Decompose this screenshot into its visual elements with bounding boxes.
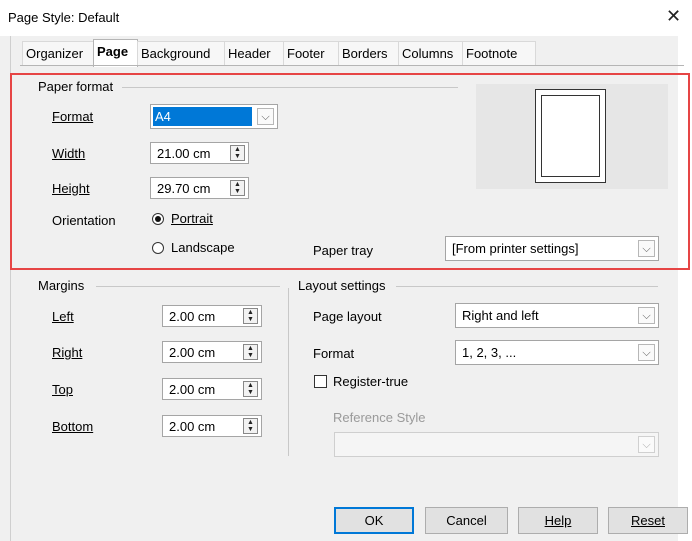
ok-button[interactable]: OK [334,507,414,534]
tab-background[interactable]: Background [137,41,229,66]
format-label: Format [52,109,94,124]
chevron-down-icon[interactable]: ⌵ [638,240,655,257]
margin-right-value: 2.00 cm [169,345,216,360]
spin-updown-icon[interactable]: ▲ ▼ [243,308,258,324]
landscape-label[interactable]: Landscape [171,240,235,255]
margins-heading: Margins [38,278,89,293]
landscape-radio[interactable] [152,242,164,254]
format-select-value: A4 [155,109,171,124]
tab-underline [20,65,684,66]
format-select[interactable]: A4 ⌵ [150,104,278,129]
chevron-down-icon[interactable]: ⌵ [257,108,274,125]
width-value: 21.00 cm [157,146,211,161]
margins-rule [96,286,280,287]
tab-organizer[interactable]: Organizer [22,41,98,66]
paper-tray-label: Paper tray [313,243,373,258]
cancel-button[interactable]: Cancel [425,507,508,534]
layout-heading: Layout settings [298,278,390,293]
paper-format-rule [122,87,458,88]
page-layout-value: Right and left [462,308,539,323]
page-number-format-select[interactable]: 1, 2, 3, ... ⌵ [455,340,659,365]
tab-footer[interactable]: Footer [283,41,343,66]
height-spinner[interactable]: 29.70 cm ▲ ▼ [150,177,249,199]
register-true-checkbox[interactable] [314,375,327,388]
margin-top-value: 2.00 cm [169,382,216,397]
margin-bottom-value: 2.00 cm [169,419,216,434]
paper-format-heading: Paper format [38,79,118,94]
spin-updown-icon[interactable]: ▲ ▼ [230,145,245,161]
portrait-label[interactable]: Portrait [171,211,213,226]
window-left-edge [0,36,11,541]
page-number-format-label: Format [313,346,355,361]
tab-header[interactable]: Header [224,41,287,66]
layout-rule [396,286,658,287]
margin-top-spinner[interactable]: 2.00 cm ▲ ▼ [162,378,262,400]
page-layout-select[interactable]: Right and left ⌵ [455,303,659,328]
tab-footnote[interactable]: Footnote [462,41,536,66]
chevron-down-icon[interactable]: ⌵ [638,307,655,324]
width-label: Width [52,146,86,161]
page-preview [476,84,668,189]
preview-page [535,89,606,183]
close-icon[interactable]: ✕ [666,6,681,27]
register-true-label[interactable]: Register-true [333,374,408,389]
margin-bottom-label: Bottom [52,419,94,434]
window-title: Page Style: Default [8,10,120,25]
spin-updown-icon[interactable]: ▲ ▼ [243,381,258,397]
tab-page[interactable]: Page [93,39,138,67]
margin-left-spinner[interactable]: 2.00 cm ▲ ▼ [162,305,262,327]
spin-updown-icon[interactable]: ▲ ▼ [243,344,258,360]
margin-left-label: Left [52,309,74,324]
margin-right-spinner[interactable]: 2.00 cm ▲ ▼ [162,341,262,363]
reference-style-select: ⌵ [334,432,659,457]
tab-borders[interactable]: Borders [338,41,403,66]
width-spinner[interactable]: 21.00 cm ▲ ▼ [150,142,249,164]
margin-left-value: 2.00 cm [169,309,216,324]
help-button[interactable]: Help [518,507,598,534]
chevron-down-icon[interactable]: ⌵ [638,344,655,361]
margin-top-label: Top [52,382,73,397]
margin-right-label: Right [52,345,83,360]
reset-button[interactable]: Reset [608,507,688,534]
orientation-label: Orientation [52,213,116,228]
preview-margin [541,95,600,177]
paper-tray-select[interactable]: [From printer settings] ⌵ [445,236,659,261]
height-label: Height [52,181,90,196]
chevron-down-icon: ⌵ [638,436,655,453]
window-right-margin [678,36,692,541]
margin-bottom-spinner[interactable]: 2.00 cm ▲ ▼ [162,415,262,437]
reference-style-label: Reference Style [333,410,426,425]
title-bar: Page Style: Default ✕ [0,0,692,36]
spin-updown-icon[interactable]: ▲ ▼ [243,418,258,434]
portrait-radio[interactable] [152,213,164,225]
height-value: 29.70 cm [157,181,211,196]
spin-updown-icon[interactable]: ▲ ▼ [230,180,245,196]
page-number-format-value: 1, 2, 3, ... [462,345,517,360]
paper-tray-value: [From printer settings] [452,241,579,256]
tab-columns[interactable]: Columns [398,41,467,66]
section-divider [288,288,289,456]
page-style-dialog: Page Style: Default ✕ Organizer Page Bac… [0,0,692,541]
page-layout-label: Page layout [313,309,382,324]
